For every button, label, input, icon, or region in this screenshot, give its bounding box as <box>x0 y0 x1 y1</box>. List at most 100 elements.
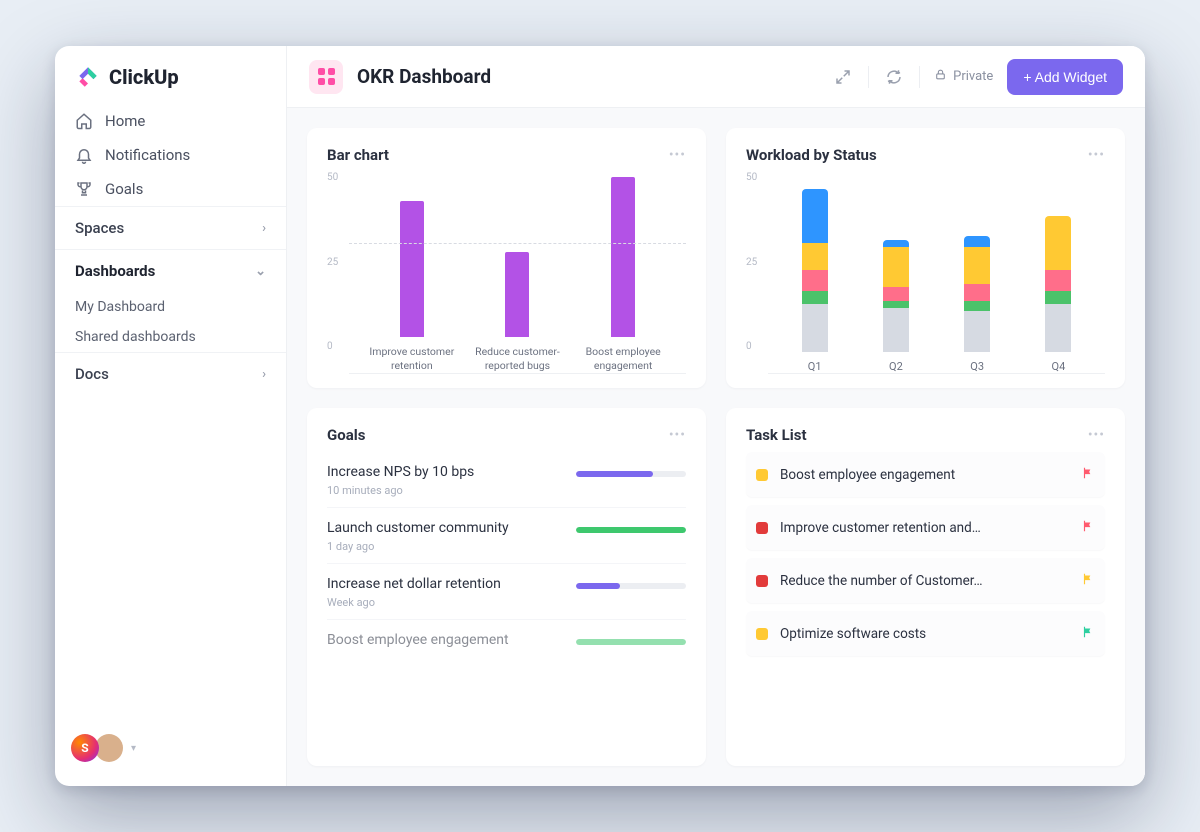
y-tick: 25 <box>327 257 338 268</box>
more-icon[interactable]: ••• <box>1088 427 1105 443</box>
nav-label: Home <box>105 112 145 130</box>
bar-label: Reduce customer-reported bugs <box>470 345 565 373</box>
y-tick: 0 <box>746 341 752 352</box>
stack-segment <box>964 311 990 352</box>
stacked-chart: 50250 Q1Q2Q3Q4 <box>746 172 1105 374</box>
more-icon[interactable]: ••• <box>1088 147 1105 163</box>
stack <box>883 240 909 352</box>
avatar <box>95 734 123 762</box>
card-goals: Goals ••• Increase NPS by 10 bps10 minut… <box>307 408 706 766</box>
section-spaces[interactable]: Spaces › <box>55 206 286 249</box>
caret-down-icon: ▾ <box>131 743 136 754</box>
visibility-toggle[interactable]: Private <box>934 68 993 85</box>
status-square-icon <box>756 628 768 640</box>
goal-name: Launch customer community <box>327 520 509 536</box>
progress-bar <box>576 471 686 477</box>
bar-column: Boost employee engagement <box>576 177 671 373</box>
stack-segment <box>802 243 828 270</box>
sidebar-item-my-dashboard[interactable]: My Dashboard <box>55 292 286 322</box>
section-label: Spaces <box>75 219 124 237</box>
goal-name: Increase NPS by 10 bps <box>327 464 474 480</box>
stack-column: Q4 <box>1023 216 1095 373</box>
progress-bar <box>576 583 686 589</box>
home-icon <box>75 112 93 130</box>
stack-segment <box>802 189 828 243</box>
chevron-down-icon: ⌄ <box>255 264 266 279</box>
stack-label: Q4 <box>1052 360 1066 373</box>
section-dashboards[interactable]: Dashboards ⌄ <box>55 249 286 292</box>
card-title: Task List <box>746 426 807 444</box>
stack-label: Q2 <box>889 360 903 373</box>
task-name: Improve customer retention and… <box>780 520 1069 536</box>
flag-icon[interactable] <box>1081 465 1095 484</box>
section-docs[interactable]: Docs › <box>55 352 286 395</box>
avatar <box>71 734 99 762</box>
task-list: Boost employee engagement Improve custome… <box>746 452 1105 664</box>
task-row[interactable]: Boost employee engagement <box>746 452 1105 497</box>
reference-line <box>349 243 686 244</box>
chevron-right-icon: › <box>262 367 266 382</box>
stack-segment <box>964 236 990 246</box>
bar-column: Improve customer retention <box>364 201 459 373</box>
more-icon[interactable]: ••• <box>669 427 686 443</box>
status-square-icon <box>756 522 768 534</box>
bar-label: Improve customer retention <box>364 345 459 373</box>
stack-segment <box>883 308 909 352</box>
goal-row[interactable]: Launch customer community1 day ago <box>327 508 686 564</box>
user-switcher[interactable]: ▾ <box>55 724 286 772</box>
page-title: OKR Dashboard <box>357 65 491 88</box>
stack-segment <box>883 301 909 308</box>
stack-column: Q1 <box>779 189 851 373</box>
card-title: Bar chart <box>327 146 389 164</box>
more-icon[interactable]: ••• <box>669 147 686 163</box>
stack-segment <box>802 291 828 305</box>
task-row[interactable]: Improve customer retention and… <box>746 505 1105 550</box>
stack-segment <box>1045 304 1071 352</box>
content-grid: Bar chart ••• 50 25 0 Improve customer ret… <box>287 108 1145 786</box>
add-widget-button[interactable]: + Add Widget <box>1007 59 1123 95</box>
lock-icon <box>934 68 947 85</box>
chevron-right-icon: › <box>262 221 266 236</box>
goal-name: Boost employee engagement <box>327 632 509 648</box>
bar <box>505 252 529 337</box>
separator <box>868 66 869 88</box>
stack-segment <box>964 284 990 301</box>
flag-icon[interactable] <box>1081 624 1095 643</box>
goal-row[interactable]: Boost employee engagement <box>327 620 686 662</box>
stack <box>802 189 828 352</box>
goal-row[interactable]: Increase NPS by 10 bps10 minutes ago <box>327 452 686 508</box>
goals-list: Increase NPS by 10 bps10 minutes agoLaun… <box>327 452 686 662</box>
nav-goals[interactable]: Goals <box>55 172 286 206</box>
stack-segment <box>1045 270 1071 290</box>
card-title: Workload by Status <box>746 146 877 164</box>
stack-segment <box>883 240 909 247</box>
progress-bar <box>576 527 686 533</box>
stack <box>964 236 990 352</box>
nav-notifications[interactable]: Notifications <box>55 138 286 172</box>
nav-home[interactable]: Home <box>55 104 286 138</box>
dashboard-icon <box>309 60 343 94</box>
stack-segment <box>964 247 990 284</box>
flag-icon[interactable] <box>1081 571 1095 590</box>
app-frame: ClickUp Home Notifications Goals Spaces … <box>55 46 1145 786</box>
brand-logo[interactable]: ClickUp <box>55 64 286 104</box>
main: OKR Dashboard Private + Add Widget Bar c… <box>287 46 1145 786</box>
status-square-icon <box>756 575 768 587</box>
flag-icon[interactable] <box>1081 518 1095 537</box>
bar-chart: 50250 Improve customer retentionReduce c… <box>327 172 686 374</box>
stack-segment <box>883 247 909 288</box>
expand-icon[interactable] <box>832 66 854 88</box>
sidebar-item-shared-dashboards[interactable]: Shared dashboards <box>55 322 286 352</box>
y-tick: 50 <box>327 172 338 183</box>
goal-name: Increase net dollar retention <box>327 576 501 592</box>
refresh-icon[interactable] <box>883 66 905 88</box>
stack-label: Q1 <box>808 360 822 373</box>
task-row[interactable]: Optimize software costs <box>746 611 1105 656</box>
separator <box>919 66 920 88</box>
goal-row[interactable]: Increase net dollar retentionWeek ago <box>327 564 686 620</box>
progress-bar <box>576 639 686 645</box>
stack <box>1045 216 1071 352</box>
task-row[interactable]: Reduce the number of Customer… <box>746 558 1105 603</box>
bar-column: Reduce customer-reported bugs <box>470 252 565 373</box>
visibility-label: Private <box>953 69 993 84</box>
